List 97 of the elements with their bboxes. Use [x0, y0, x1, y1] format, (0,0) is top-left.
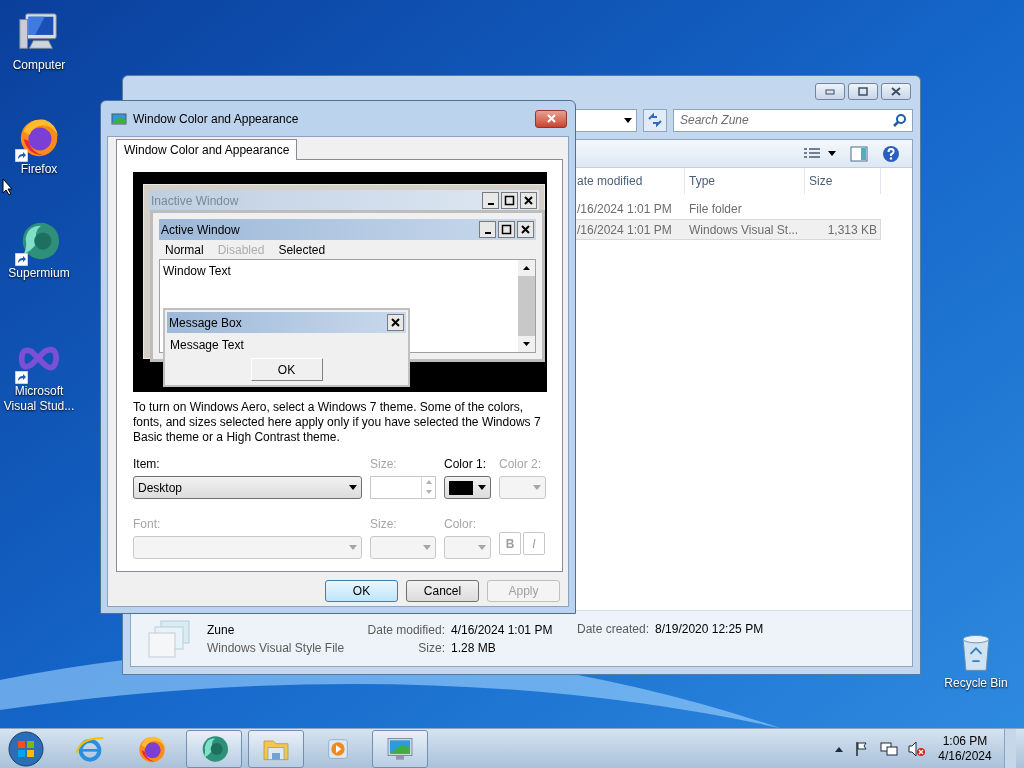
dropdown-arrow-icon: [828, 151, 836, 156]
date-cell-text: /16/2024 1:01 PM: [576, 221, 673, 239]
close-icon: [523, 195, 534, 206]
file-row[interactable]: /16/2024 1:01 PM File folder: [573, 198, 881, 219]
search-field[interactable]: Search Zune: [673, 108, 913, 132]
desktop-icon-label[interactable]: Supermium: [1, 266, 77, 281]
close-icon: [520, 224, 531, 235]
desktop-icon-label[interactable]: Computer: [1, 58, 77, 73]
dropdown-arrow-icon: [349, 485, 357, 490]
dropdown-arrow-icon: [423, 545, 431, 550]
refresh-arrows-icon: [647, 113, 663, 127]
file-row[interactable]: /16/2024 1:01 PM Windows Visual St... 1,313 KB: [573, 219, 881, 240]
taskbar-button[interactable]: [372, 729, 428, 768]
refresh-button[interactable]: [643, 108, 667, 132]
scroll-up-icon[interactable]: [518, 260, 535, 276]
maximize-button[interactable]: [501, 192, 518, 209]
dropdown-arrow-icon: [533, 485, 541, 490]
scroll-down-icon[interactable]: [518, 336, 535, 352]
maximize-icon: [501, 224, 512, 235]
maximize-icon: [504, 195, 515, 206]
view-options-button[interactable]: [804, 146, 836, 161]
type-cell-text: File folder: [688, 200, 743, 218]
size-cell-text: 1,313 KB: [826, 221, 877, 239]
color-picker[interactable]: [444, 476, 491, 499]
type-cell-text: Windows Visual St...: [688, 221, 800, 239]
window-title: Window Color and Appearance: [133, 110, 299, 128]
field-label: Size:: [370, 516, 398, 533]
field-label: Color:: [444, 516, 477, 533]
taskbar-button[interactable]: [186, 729, 242, 768]
tab[interactable]: Window Color and Appearance: [116, 139, 298, 160]
column-header[interactable]: Size: [805, 168, 881, 194]
dropdown[interactable]: Desktop: [133, 476, 362, 499]
field-label: Color 2:: [499, 456, 543, 473]
minimize-button[interactable]: [482, 192, 499, 209]
desktop-icon-label[interactable]: Microsoft Visual Stud...: [1, 384, 77, 414]
file-type: Windows Visual Style File: [207, 639, 343, 657]
detail-value: 1.28 MB: [450, 639, 497, 657]
message-box-title: Message Box: [169, 314, 242, 332]
menu-item[interactable]: Selected: [278, 240, 326, 259]
detail-value: 4/16/2024 1:01 PM: [450, 621, 554, 639]
close-button[interactable]: [520, 192, 537, 209]
close-button[interactable]: [881, 83, 911, 100]
start-button[interactable]: [6, 729, 46, 768]
clock-date[interactable]: 4/16/2024: [938, 748, 992, 764]
display-settings-icon: [111, 110, 127, 127]
desktop-icon-label[interactable]: Firefox: [1, 162, 77, 177]
info-text: To turn on Windows Aero, select a Windows 7 theme. Some of the colors, fonts, and sizes selected here apply only if you have selected the Windows 7 Basic theme or a High Contrast theme.: [133, 400, 542, 445]
field-label: Font:: [133, 516, 162, 533]
restore-icon: [857, 87, 869, 96]
minimize-icon: [484, 231, 491, 234]
field-label: Color 1:: [444, 456, 488, 473]
close-button[interactable]: [535, 109, 567, 128]
dropdown-arrow-icon: [349, 545, 357, 550]
help-icon[interactable]: [882, 144, 900, 163]
search-icon[interactable]: [893, 112, 907, 127]
close-icon: [545, 114, 557, 123]
close-icon: [890, 87, 902, 96]
close-icon: [390, 317, 401, 328]
detail-label: Date created:: [577, 621, 650, 638]
restore-button[interactable]: [848, 83, 878, 100]
window-text: Window Text: [163, 264, 231, 278]
desktop-icon-label[interactable]: Recycle Bin: [944, 674, 1008, 692]
network-icon[interactable]: [880, 740, 898, 757]
inactive-window-title: Inactive Window: [151, 192, 239, 210]
clock-time[interactable]: 1:06 PM: [942, 733, 988, 749]
date-cell-text: /16/2024 1:01 PM: [576, 200, 673, 218]
windows-logo-icon: [8, 730, 44, 767]
volume-muted-icon[interactable]: [908, 740, 926, 757]
close-button[interactable]: [387, 314, 404, 331]
detail-label: Date modified:: [366, 621, 445, 639]
dropdown-arrow-icon: [478, 545, 486, 550]
scrollbar[interactable]: [518, 260, 535, 352]
field-label: Size:: [370, 456, 398, 473]
dropdown-arrow-icon: [624, 117, 632, 123]
dialog-button[interactable]: Cancel: [406, 580, 479, 602]
ok-button[interactable]: OK: [250, 358, 323, 381]
maximize-button[interactable]: [498, 221, 515, 238]
menu-item[interactable]: Normal: [165, 240, 204, 259]
dropdown-arrow-icon: [478, 485, 486, 490]
file-stack-icon: [147, 618, 193, 659]
minimize-button[interactable]: [479, 221, 496, 238]
preview-pane-icon[interactable]: [850, 145, 868, 162]
minimize-icon: [487, 202, 494, 205]
message-text: Message Text: [169, 337, 245, 354]
taskbar-button[interactable]: [248, 729, 304, 768]
flag-icon[interactable]: [854, 740, 870, 757]
column-header[interactable]: Type: [685, 168, 805, 194]
dialog-button[interactable]: OK: [325, 580, 398, 602]
mouse-pointer-icon: [2, 178, 14, 196]
file-name: Zune: [207, 621, 236, 639]
field-label: Item:: [133, 456, 161, 473]
detail-label: Size:: [417, 639, 445, 657]
details-view-icon: [804, 146, 820, 161]
active-window-title: Active Window: [161, 221, 240, 239]
detail-value: 8/19/2020 12:25 PM: [655, 621, 764, 638]
close-button[interactable]: [517, 221, 534, 238]
minimize-icon: [824, 87, 836, 96]
